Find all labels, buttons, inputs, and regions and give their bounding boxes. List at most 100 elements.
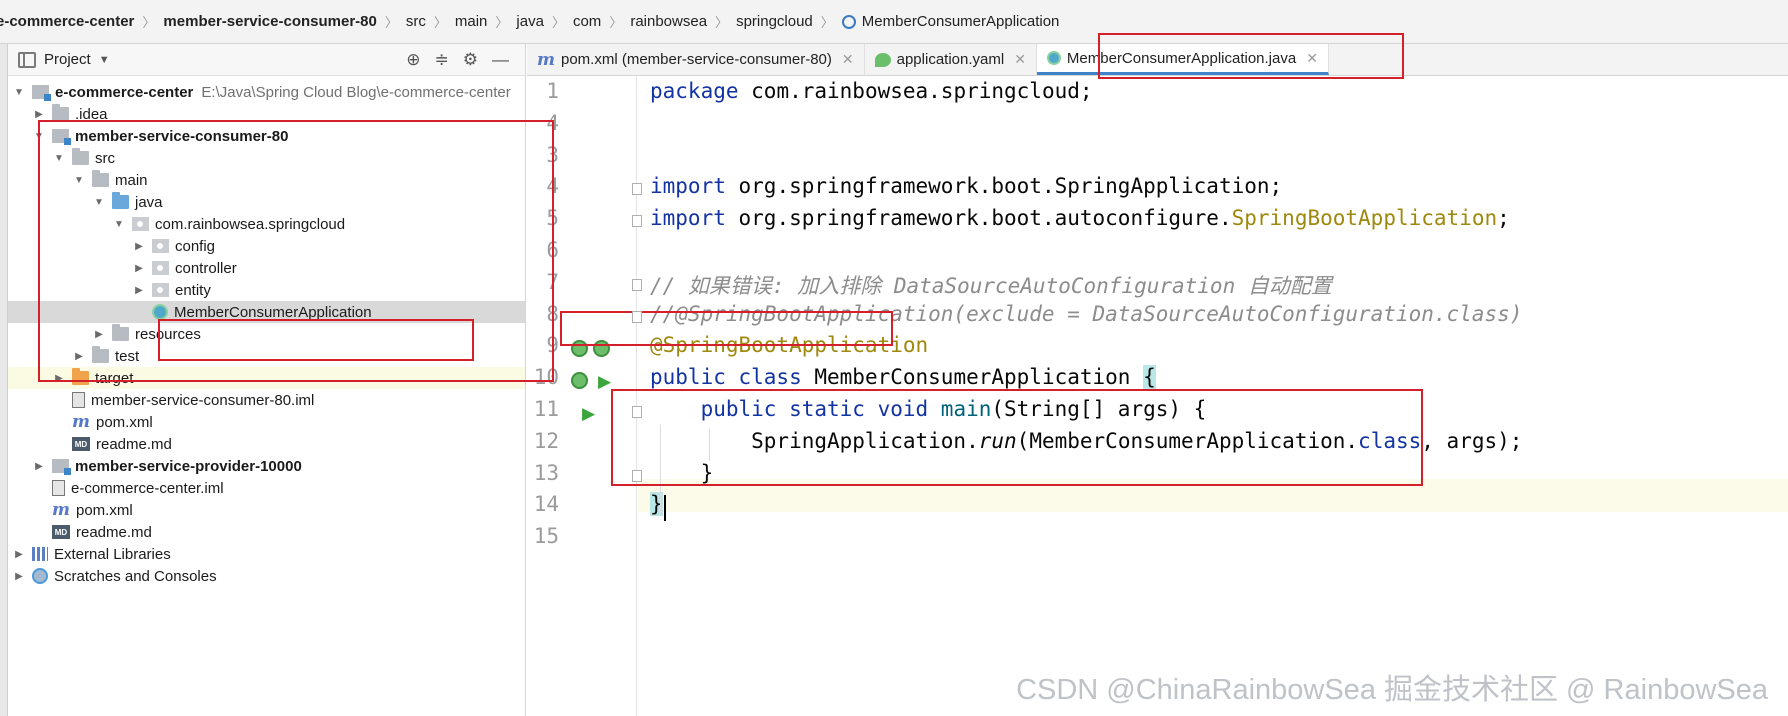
chevron-down-icon[interactable]: ▼ [92, 197, 106, 208]
code-token: (String[] args) { [991, 397, 1207, 421]
close-icon[interactable]: ✕ [1014, 51, 1026, 68]
chevron-down-icon[interactable]: ▼ [112, 219, 126, 230]
chevron-right-icon[interactable]: ▶ [132, 263, 146, 274]
tree-item[interactable]: ▼ java [8, 191, 525, 213]
line-number: 7 [546, 269, 559, 294]
breadcrumb-item[interactable]: e-commerce-center [0, 13, 134, 30]
tree-item[interactable]: MD readme.md [8, 433, 525, 455]
code-editor[interactable]: 1 4 3 4 5 6 7 8 9 10 11 12 13 14 15 ▶ ▶ package com.rain… [527, 77, 1788, 716]
chevron-right-icon[interactable]: ▶ [32, 109, 46, 120]
project-title[interactable]: Project [44, 51, 91, 68]
line-number: 1 [546, 79, 559, 103]
spring-bean-icon[interactable] [571, 340, 588, 358]
package-icon [152, 283, 169, 297]
chevron-right-icon[interactable]: ▶ [132, 241, 146, 252]
tree-item[interactable]: e-commerce-center.iml [8, 477, 525, 499]
spring-config-icon[interactable] [593, 340, 610, 358]
tree-item[interactable]: ▶ controller [8, 257, 525, 279]
tree-item[interactable]: MD readme.md [8, 521, 525, 543]
run-icon[interactable]: ▶ [582, 404, 595, 424]
breadcrumb-item-label: main [454, 13, 488, 30]
tree-item[interactable]: m pom.xml [8, 499, 525, 521]
scratches-icon [32, 568, 48, 584]
tree-item[interactable]: ▶ config [8, 235, 525, 257]
tree-item[interactable]: ▶ target [8, 367, 525, 389]
tree-item[interactable]: ▼ main [8, 169, 525, 191]
maven-icon: m [72, 412, 90, 432]
line-number: 4 [546, 174, 559, 199]
module-icon [52, 129, 71, 145]
breadcrumb-item[interactable]: java [516, 13, 544, 30]
fold-marker-icon[interactable] [632, 183, 642, 196]
chevron-right-icon[interactable]: ▶ [52, 373, 66, 384]
tree-item[interactable]: member-service-consumer-80.iml [8, 389, 525, 411]
chevron-right-icon[interactable]: ▶ [132, 285, 146, 296]
source-folder-icon [112, 192, 129, 209]
code-token: main [940, 397, 992, 421]
fold-marker-icon[interactable] [632, 469, 642, 482]
breadcrumb-item[interactable]: member-service-consumer-80 [163, 13, 376, 30]
spring-bean-icon[interactable] [571, 372, 588, 390]
tree-item[interactable]: ▼ member-service-consumer-80 [8, 125, 525, 147]
editor-tab[interactable]: MemberConsumerApplication.java ✕ [1036, 44, 1329, 75]
chevron-down-icon[interactable]: ▼ [99, 54, 110, 66]
chevron-right-icon[interactable]: ▶ [12, 571, 26, 582]
tree-item-label: Scratches and Consoles [54, 567, 217, 585]
fold-marker-icon[interactable] [632, 278, 642, 291]
tree-item-label: MemberConsumerApplication [174, 303, 372, 321]
minimize-icon[interactable]: — [492, 50, 509, 70]
tree-item[interactable]: ▶ .idea [8, 103, 525, 125]
breadcrumb-item[interactable]: com [573, 13, 601, 30]
collapse-all-icon[interactable]: ≑ [435, 50, 449, 70]
tree-item[interactable]: ▶ Scratches and Consoles [8, 565, 525, 587]
chevron-down-icon[interactable]: ▼ [72, 175, 86, 186]
code-token: run [978, 428, 1017, 453]
tree-item[interactable]: ▶ External Libraries [8, 543, 525, 565]
tree-item[interactable]: ▼ com.rainbowsea.springcloud [8, 213, 525, 235]
close-icon[interactable]: ✕ [842, 51, 854, 68]
editor-tab[interactable]: m pom.xml (member-service-consumer-80) ✕ [527, 44, 865, 75]
tree-item-label: readme.md [96, 435, 172, 453]
breadcrumb-item[interactable]: src [406, 13, 426, 30]
gear-icon[interactable]: ⚙ [463, 50, 478, 70]
fold-marker-icon[interactable] [632, 215, 642, 228]
breadcrumb-item[interactable]: springcloud [736, 13, 813, 30]
tree-item[interactable]: ▶ test [8, 345, 525, 367]
code-line: //@SpringBootApplication(exclude = DataS… [650, 302, 1522, 326]
breadcrumb-item[interactable]: rainbowsea [630, 13, 707, 30]
tree-item[interactable]: MemberConsumerApplication [8, 301, 525, 323]
locate-icon[interactable]: ⊕ [406, 50, 420, 70]
breadcrumb-separator-icon: 〉 [820, 15, 834, 30]
tree-item[interactable]: ▶ member-service-provider-10000 [8, 455, 525, 477]
breadcrumb: e-commerce-center 〉 member-service-consume… [0, 0, 1788, 44]
close-icon[interactable]: ✕ [1306, 50, 1318, 67]
tree-item[interactable]: ▶ entity [8, 279, 525, 301]
fold-marker-icon[interactable] [632, 310, 642, 323]
chevron-right-icon[interactable]: ▶ [72, 351, 86, 362]
chevron-right-icon[interactable]: ▶ [92, 329, 106, 340]
tree-item[interactable]: m pom.xml [8, 411, 525, 433]
breadcrumb-item[interactable]: MemberConsumerApplication [841, 13, 1059, 30]
run-icon[interactable]: ▶ [598, 372, 611, 392]
editor-tab-label: pom.xml (member-service-consumer-80) [561, 51, 832, 68]
code-line: public class MemberConsumerApplication { [650, 365, 1156, 390]
editor-tab[interactable]: application.yaml ✕ [865, 44, 1037, 75]
tree-item-label: readme.md [76, 523, 152, 541]
breadcrumb-item-label: e-commerce-center [0, 13, 135, 30]
project-icon [18, 51, 36, 68]
tool-window-strip[interactable] [0, 44, 8, 716]
iml-file-icon [72, 392, 85, 408]
libraries-icon [32, 547, 48, 561]
breadcrumb-item[interactable]: main [455, 13, 488, 30]
fold-marker-icon[interactable] [632, 406, 642, 418]
tree-item[interactable]: ▼ src [8, 147, 525, 169]
tree-item[interactable]: ▼ e-commerce-center E:\Java\Spring Cloud B… [8, 81, 525, 103]
chevron-down-icon[interactable]: ▼ [52, 153, 66, 164]
editor-tabs: m pom.xml (member-service-consumer-80) ✕ ap… [527, 44, 1788, 76]
chevron-right-icon[interactable]: ▶ [12, 549, 26, 560]
tree-item[interactable]: ▶ resources [8, 323, 525, 345]
folder-icon [112, 324, 129, 341]
chevron-down-icon[interactable]: ▼ [32, 131, 46, 142]
chevron-right-icon[interactable]: ▶ [32, 461, 46, 472]
chevron-down-icon[interactable]: ▼ [12, 87, 26, 98]
